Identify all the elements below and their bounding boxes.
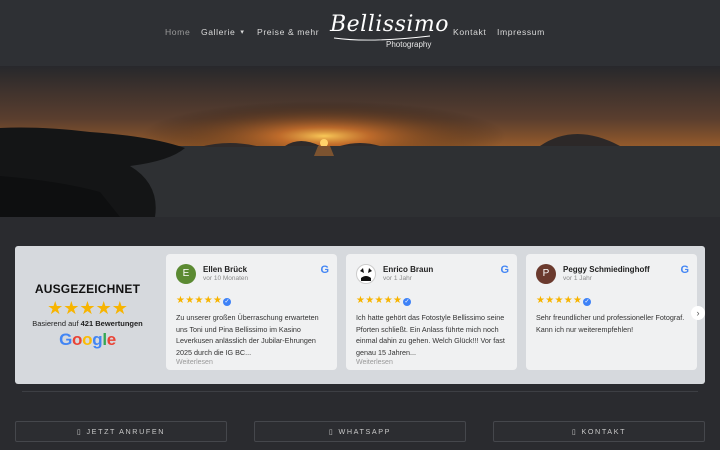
call-now-label: JETZT ANRUFEN	[86, 427, 166, 436]
google-icon: G	[320, 264, 329, 276]
contact-label: KONTAKT	[581, 427, 627, 436]
nav-item-impressum[interactable]: Impressum	[497, 27, 545, 37]
rating-count-value[interactable]: 421 Bewertungen	[81, 319, 143, 328]
nav-item-preise[interactable]: Preise & mehr	[257, 27, 319, 37]
google-icon: G	[500, 264, 509, 276]
verified-icon: ✓	[223, 298, 231, 306]
review-stars: ★★★★★	[536, 295, 583, 306]
whatsapp-button[interactable]: ▯ WHATSAPP	[254, 421, 466, 442]
read-more-link[interactable]: Weiterlesen	[176, 359, 213, 366]
read-more-link[interactable]: Weiterlesen	[356, 359, 393, 366]
nav-item-gallerie-label: Gallerie	[201, 27, 236, 37]
rating-count: Basierend auf 421 Bewertungen	[15, 319, 160, 328]
reviewer-name: Enrico Braun	[383, 265, 434, 274]
review-stars: ★★★★★	[356, 295, 403, 306]
rating-summary: AUSGEZEICHNET ★★★★★ Basierend auf 421 Be…	[15, 246, 160, 384]
avatar: E	[176, 264, 196, 284]
review-time: vor 10 Monaten	[203, 275, 249, 282]
review-time: vor 1 Jahr	[383, 275, 412, 282]
review-card: Enrico Braun vor 1 Jahr G ★★★★★ ✓ Ich ha…	[346, 254, 517, 370]
top-navigation: Home Gallerie ▾ Preise & mehr Bellissimo …	[0, 0, 720, 66]
review-card: E Ellen Brück vor 10 Monaten G ★★★★★ ✓ Z…	[166, 254, 337, 370]
rating-stars: ★★★★★	[47, 298, 128, 318]
review-time: vor 1 Jahr	[563, 275, 592, 282]
review-text: Zu unserer großen Überraschung erwartete…	[176, 313, 319, 357]
whatsapp-icon: ▯	[328, 427, 335, 436]
nav-item-kontakt[interactable]: Kontakt	[453, 27, 486, 37]
verified-icon: ✓	[583, 298, 591, 306]
review-stars: ★★★★★	[176, 295, 223, 306]
nav-item-gallerie[interactable]: Gallerie ▾	[201, 27, 245, 37]
rating-count-prefix: Basierend auf	[32, 319, 79, 328]
verified-icon: ✓	[403, 298, 411, 306]
divider	[22, 391, 698, 392]
next-arrow-icon[interactable]: ›	[691, 306, 705, 320]
logo[interactable]: Bellissimo Photography	[330, 12, 449, 52]
review-card: P Peggy Schmiedinghoff vor 1 Jahr G ★★★★…	[526, 254, 697, 370]
avatar: P	[536, 264, 556, 284]
review-text: Sehr freundlicher und professioneller Fo…	[536, 313, 685, 334]
rating-title: AUSGEZEICHNET	[34, 282, 141, 296]
whatsapp-label: WHATSAPP	[338, 427, 392, 436]
call-now-button[interactable]: ▯ JETZT ANRUFEN	[15, 421, 227, 442]
review-text: Ich hatte gehört das Fotostyle Bellissim…	[356, 313, 505, 357]
google-icon: G	[680, 264, 689, 276]
reviews-widget: AUSGEZEICHNET ★★★★★ Basierend auf 421 Be…	[15, 246, 705, 384]
mail-icon: ▯	[571, 427, 578, 436]
avatar	[356, 264, 376, 284]
chevron-down-icon: ▾	[240, 29, 245, 36]
nav-item-home[interactable]: Home	[165, 27, 190, 37]
reviewer-name: Ellen Brück	[203, 265, 248, 274]
logo-subtitle: Photography	[386, 40, 432, 49]
avatar-image	[358, 266, 374, 282]
hero-sunset-image	[0, 66, 720, 217]
reviewer-name: Peggy Schmiedinghoff	[563, 265, 650, 274]
google-logo: Google	[59, 330, 116, 349]
logo-script: Bellissimo	[330, 12, 450, 37]
phone-icon: ▯	[76, 427, 83, 436]
contact-button[interactable]: ▯ KONTAKT	[493, 421, 705, 442]
